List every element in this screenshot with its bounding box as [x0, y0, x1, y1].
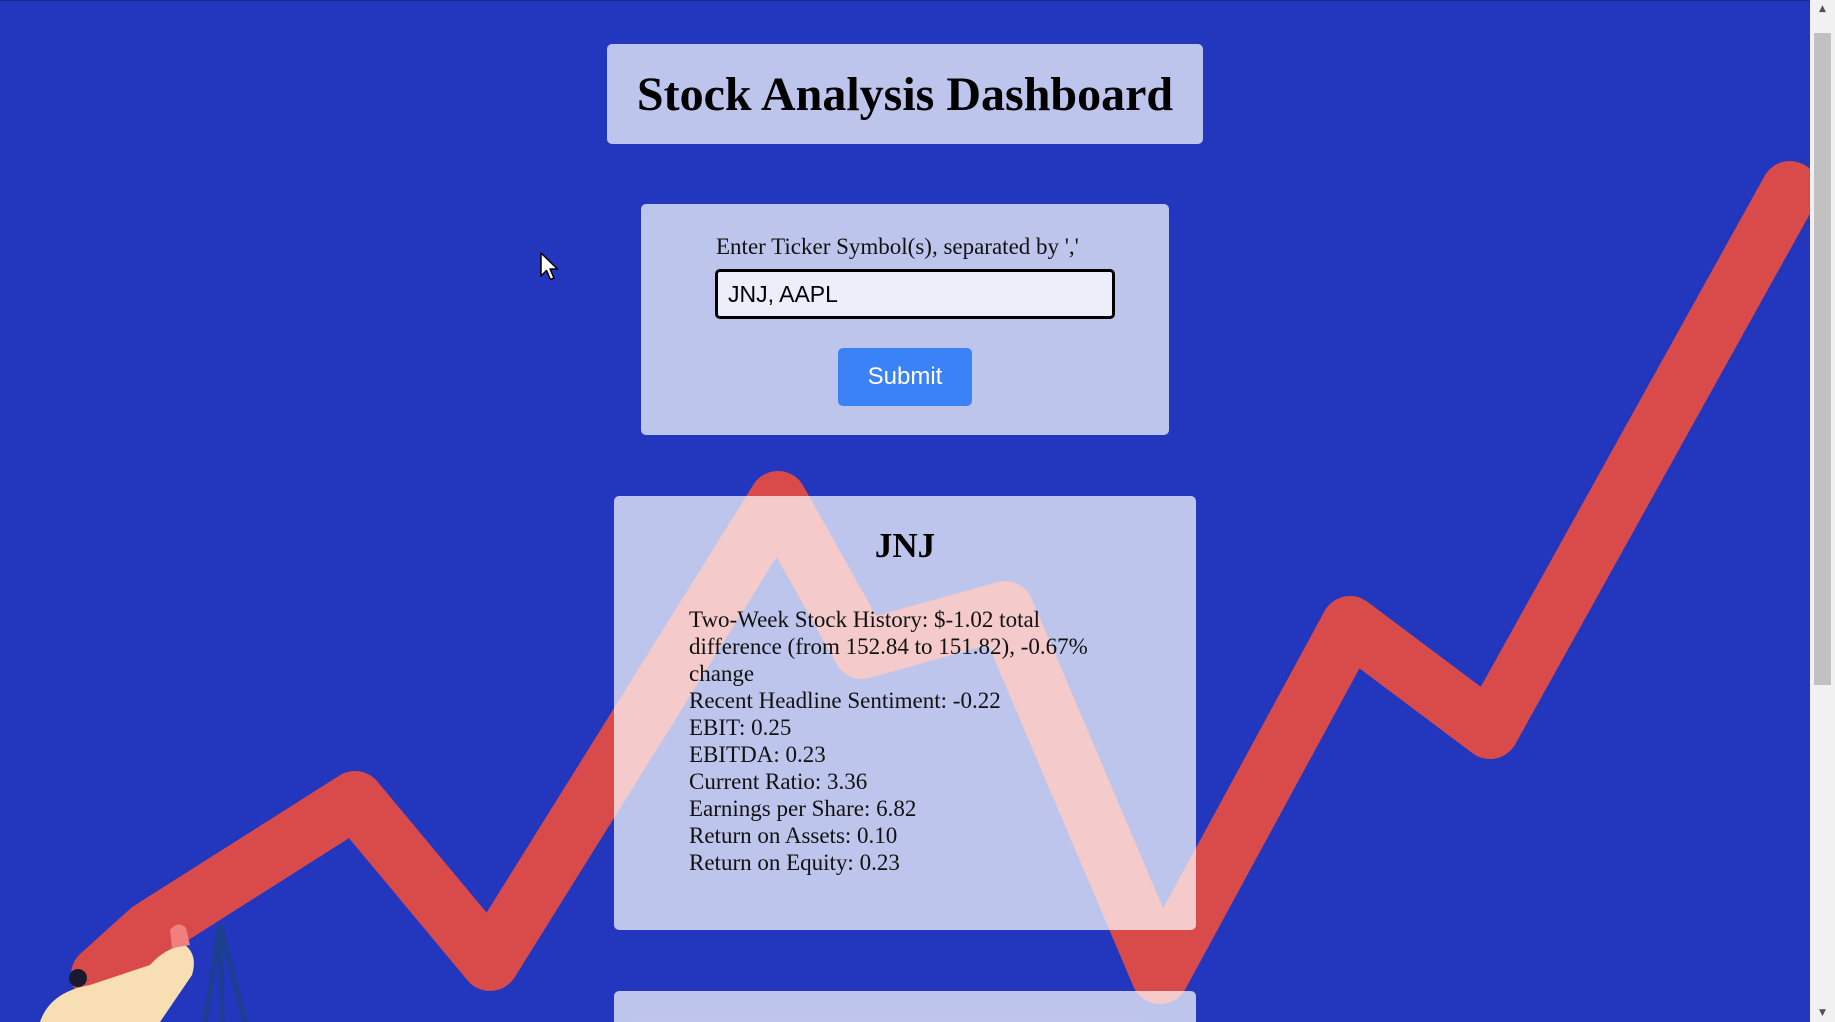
page-title: Stock Analysis Dashboard: [636, 67, 1174, 121]
chevron-up-icon[interactable]: ▲: [1810, 0, 1835, 18]
metric-headline-sentiment: Recent Headline Sentiment: -0.22: [689, 688, 1001, 713]
metric-ebitda: EBITDA: 0.23: [689, 742, 826, 767]
title-panel: Stock Analysis Dashboard: [607, 44, 1203, 144]
vertical-scrollbar[interactable]: ▲ ▼: [1810, 0, 1835, 1022]
chevron-down-icon[interactable]: ▼: [1810, 1004, 1835, 1022]
illustration-figure-tripod: [202, 924, 248, 1022]
ticker-input-label: Enter Ticker Symbol(s), separated by ',': [716, 234, 1079, 259]
metric-return-on-assets: Return on Assets: 0.10: [689, 823, 898, 848]
submit-button[interactable]: Submit: [838, 348, 972, 406]
scrollbar-thumb[interactable]: [1814, 33, 1831, 685]
metric-earnings-per-share: Earnings per Share: 6.82: [689, 796, 917, 821]
stock-ticker-heading: JNJ: [874, 526, 936, 565]
metric-two-week-history: Two-Week Stock History: $-1.02 total dif…: [689, 607, 1088, 686]
ticker-input[interactable]: [715, 269, 1115, 319]
illustration-figure-arm: [40, 945, 194, 1022]
illustration-figure-hand: [170, 924, 190, 948]
stock-result-card-partial: [614, 991, 1196, 1022]
ticker-form: Enter Ticker Symbol(s), separated by ','…: [641, 204, 1169, 435]
metric-ebit: EBIT: 0.25: [689, 715, 792, 740]
mouse-pointer-icon: [540, 252, 559, 281]
illustration-figure-head: [69, 969, 87, 987]
stock-metrics-list: Two-Week Stock History: $-1.02 total dif…: [689, 606, 1129, 876]
metric-current-ratio: Current Ratio: 3.36: [689, 769, 868, 794]
stock-result-card: JNJ Two-Week Stock History: $-1.02 total…: [614, 496, 1196, 930]
metric-return-on-equity: Return on Equity: 0.23: [689, 850, 900, 875]
window-top-border: [0, 0, 1835, 1]
